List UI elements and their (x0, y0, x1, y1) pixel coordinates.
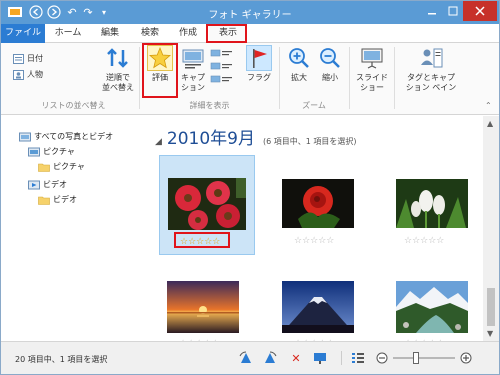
ribbon: 日付 人物 逆順で 並べ替え リストの並べ替え 評価 キャプ ション フラグ 詳… (1, 43, 499, 115)
rotate-right-icon[interactable] (263, 351, 277, 365)
videos-library-icon (28, 180, 40, 190)
separator (349, 47, 350, 109)
scroll-up-icon[interactable]: ▲ (487, 119, 493, 128)
reverse-sort-button[interactable]: 逆順で 並べ替え (98, 45, 138, 93)
rating-button-highlight (142, 43, 178, 98)
zoom-in-button[interactable]: 拡大 (284, 45, 314, 83)
detail-options-stack (210, 49, 234, 100)
details-view-icon[interactable] (351, 351, 365, 365)
tab-home[interactable]: ホーム (49, 24, 87, 43)
scroll-thumb[interactable] (487, 288, 495, 326)
minimize-icon[interactable] (421, 1, 443, 21)
zoom-in-icon (286, 45, 312, 71)
separator (139, 47, 140, 109)
photo-gallery-window: ↶ ↷ ▾ フォト ギャラリー ファイル ホーム 編集 検索 作成 表示 日付 … (0, 0, 500, 375)
zoom-slider-track[interactable] (393, 357, 455, 359)
tab-edit[interactable]: 編集 (93, 24, 127, 43)
nav-item-label: すべての写真とビデオ (34, 132, 114, 141)
folder-icon (38, 162, 50, 172)
collapse-group-icon[interactable]: ◢ (155, 137, 162, 147)
separator (279, 47, 280, 109)
nav-item-videos-library[interactable]: ビデオ (28, 178, 67, 191)
nav-item-label: ビデオ (43, 180, 67, 189)
close-icon[interactable] (463, 1, 497, 21)
group-count: (6 項目中、1 項目を選択) (263, 137, 357, 146)
scroll-down-icon[interactable]: ▼ (487, 329, 493, 338)
rating-stars-highlight (174, 232, 230, 248)
tag-caption-pane-button[interactable]: タグとキャプ ション ペイン (398, 45, 464, 93)
navigation-pane: すべての写真とビデオ ピクチャ ピクチャ ビデオ ビデオ (1, 116, 143, 341)
nav-item-pictures-folder[interactable]: ピクチャ (38, 160, 85, 173)
caption-button[interactable]: キャプ ション (178, 45, 208, 93)
flag-button[interactable]: フラグ (244, 45, 274, 83)
sort-group-label: リストの並べ替え (41, 101, 106, 110)
sort-by-date-button[interactable]: 日付 (13, 53, 43, 64)
photo-white-tulips[interactable] (396, 179, 468, 228)
zoom-in-label: 拡大 (291, 73, 307, 82)
star-rating[interactable]: ☆☆☆☆☆ (294, 236, 334, 246)
star-rating[interactable]: ☆☆☆☆☆ (404, 236, 444, 246)
nav-item-pictures-library[interactable]: ピクチャ (28, 145, 75, 158)
nav-item-label: ピクチャ (43, 147, 75, 156)
sort-by-person-button[interactable]: 人物 (13, 69, 43, 80)
zoom-out-button[interactable]: 縮小 (315, 45, 345, 83)
folder-icon (38, 195, 50, 205)
slideshow-icon (359, 45, 385, 71)
separator (394, 47, 395, 109)
ribbon-tabs: ファイル ホーム 編集 検索 作成 表示 (1, 24, 499, 43)
zoom-out-label: 縮小 (322, 73, 338, 82)
nav-item-videos-folder[interactable]: ビデオ (38, 193, 77, 206)
slideshow-label: スライド ショー (356, 73, 388, 92)
group-title: 2010年9月 (166, 129, 256, 149)
thumbnail-item[interactable]: ☆☆☆☆☆ (382, 155, 478, 255)
tag-caption-pane-label: タグとキャプ ション ペイン (405, 73, 457, 92)
thumbnail-view: ◢ 2010年9月 (6 項目中、1 項目を選択) ☆☆☆☆☆ ☆☆☆☆☆ ☆☆… (143, 116, 483, 349)
slideshow-play-icon[interactable] (313, 351, 327, 365)
sort-by-date-label: 日付 (27, 54, 43, 63)
sort-by-person-label: 人物 (27, 70, 43, 79)
zoom-in-small-icon[interactable] (459, 351, 473, 365)
title-bar: ↶ ↷ ▾ フォト ギャラリー (1, 1, 499, 24)
photo-sunset-sea[interactable] (167, 281, 239, 333)
tab-create[interactable]: 作成 (171, 24, 205, 43)
flag-label: フラグ (247, 73, 271, 82)
maximize-icon[interactable] (443, 1, 463, 21)
tab-search[interactable]: 検索 (133, 24, 167, 43)
nav-item-label: ビデオ (53, 195, 77, 204)
zoom-slider-thumb[interactable] (413, 352, 419, 364)
view-tab-highlight (206, 24, 247, 43)
tag-caption-pane-icon (418, 45, 444, 71)
photo-mount-fuji[interactable] (282, 281, 354, 333)
zoom-out-icon (317, 45, 343, 71)
details-group-label: 詳細を表示 (189, 101, 230, 110)
thumbnail-item[interactable]: ☆☆☆☆☆ (270, 155, 366, 255)
photo-red-gerbera[interactable] (168, 178, 246, 230)
nav-item-label: ピクチャ (53, 162, 85, 171)
reverse-sort-icon (105, 45, 131, 71)
photo-mountain-river[interactable] (396, 281, 468, 333)
nav-item-all-photos-videos[interactable]: すべての写真とビデオ (19, 130, 113, 143)
caption-label: キャプ ション (181, 73, 205, 92)
vertical-scrollbar[interactable]: ▲ ▼ (483, 116, 499, 341)
detail-list-icons (210, 49, 232, 83)
flag-icon (246, 45, 272, 71)
zoom-out-small-icon[interactable] (375, 351, 389, 365)
delete-icon[interactable]: ✕ (289, 351, 303, 365)
photos-videos-icon (19, 132, 31, 142)
collapse-ribbon-icon[interactable]: ⌃ (485, 101, 492, 110)
date-sort-icon (13, 53, 24, 64)
date-group-header[interactable]: ◢ 2010年9月 (6 項目中、1 項目を選択) (155, 124, 357, 149)
pictures-library-icon (28, 147, 40, 157)
status-bar: 20 項目中、1 項目を選択 ✕ (1, 341, 499, 374)
rotate-left-icon[interactable] (239, 351, 253, 365)
separator (341, 351, 342, 365)
person-sort-icon (13, 69, 24, 80)
slideshow-button[interactable]: スライド ショー (353, 45, 391, 93)
tab-file[interactable]: ファイル (1, 24, 45, 43)
photo-red-rose[interactable] (282, 179, 354, 228)
reverse-sort-label: 逆順で 並べ替え (102, 73, 134, 92)
caption-icon (180, 45, 206, 71)
zoom-group-label: ズーム (302, 101, 326, 110)
status-text: 20 項目中、1 項目を選択 (15, 355, 108, 364)
